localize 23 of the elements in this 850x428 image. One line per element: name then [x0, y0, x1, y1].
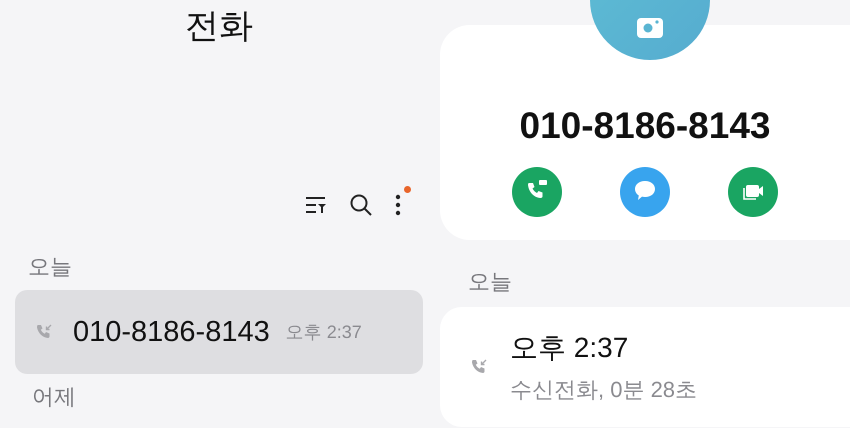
screen-title: 전화 [184, 6, 254, 47]
search-icon[interactable] [349, 193, 373, 217]
camera-icon[interactable] [637, 16, 663, 38]
video-camera-icon [743, 185, 763, 200]
section-heading: 오늘 [28, 254, 73, 280]
section-heading: 오늘 [468, 268, 513, 296]
incoming-call-icon [470, 358, 488, 376]
call-time: 오후 2:37 [510, 331, 630, 365]
message-button[interactable] [620, 167, 670, 217]
call-description: 수신전화, 0분 28초 [510, 376, 698, 404]
speech-bubble-icon [635, 181, 655, 200]
video-button[interactable] [728, 167, 778, 217]
more-icon[interactable] [395, 194, 401, 216]
phone-number: 010-8186-8143 [520, 105, 770, 147]
incoming-call-icon [35, 323, 53, 341]
section-heading: 어제 [32, 384, 77, 410]
call-time: 오후 2:37 [286, 321, 362, 344]
phone-icon [528, 180, 547, 198]
call-log-item[interactable]: 010-8186-8143 오후 2:37 [15, 290, 423, 374]
call-button[interactable] [512, 167, 562, 217]
call-history-item[interactable]: 오후 2:37 수신전화, 0분 28초 [440, 307, 850, 427]
filter-icon[interactable] [305, 196, 327, 214]
phone-number: 010-8186-8143 [73, 316, 270, 348]
